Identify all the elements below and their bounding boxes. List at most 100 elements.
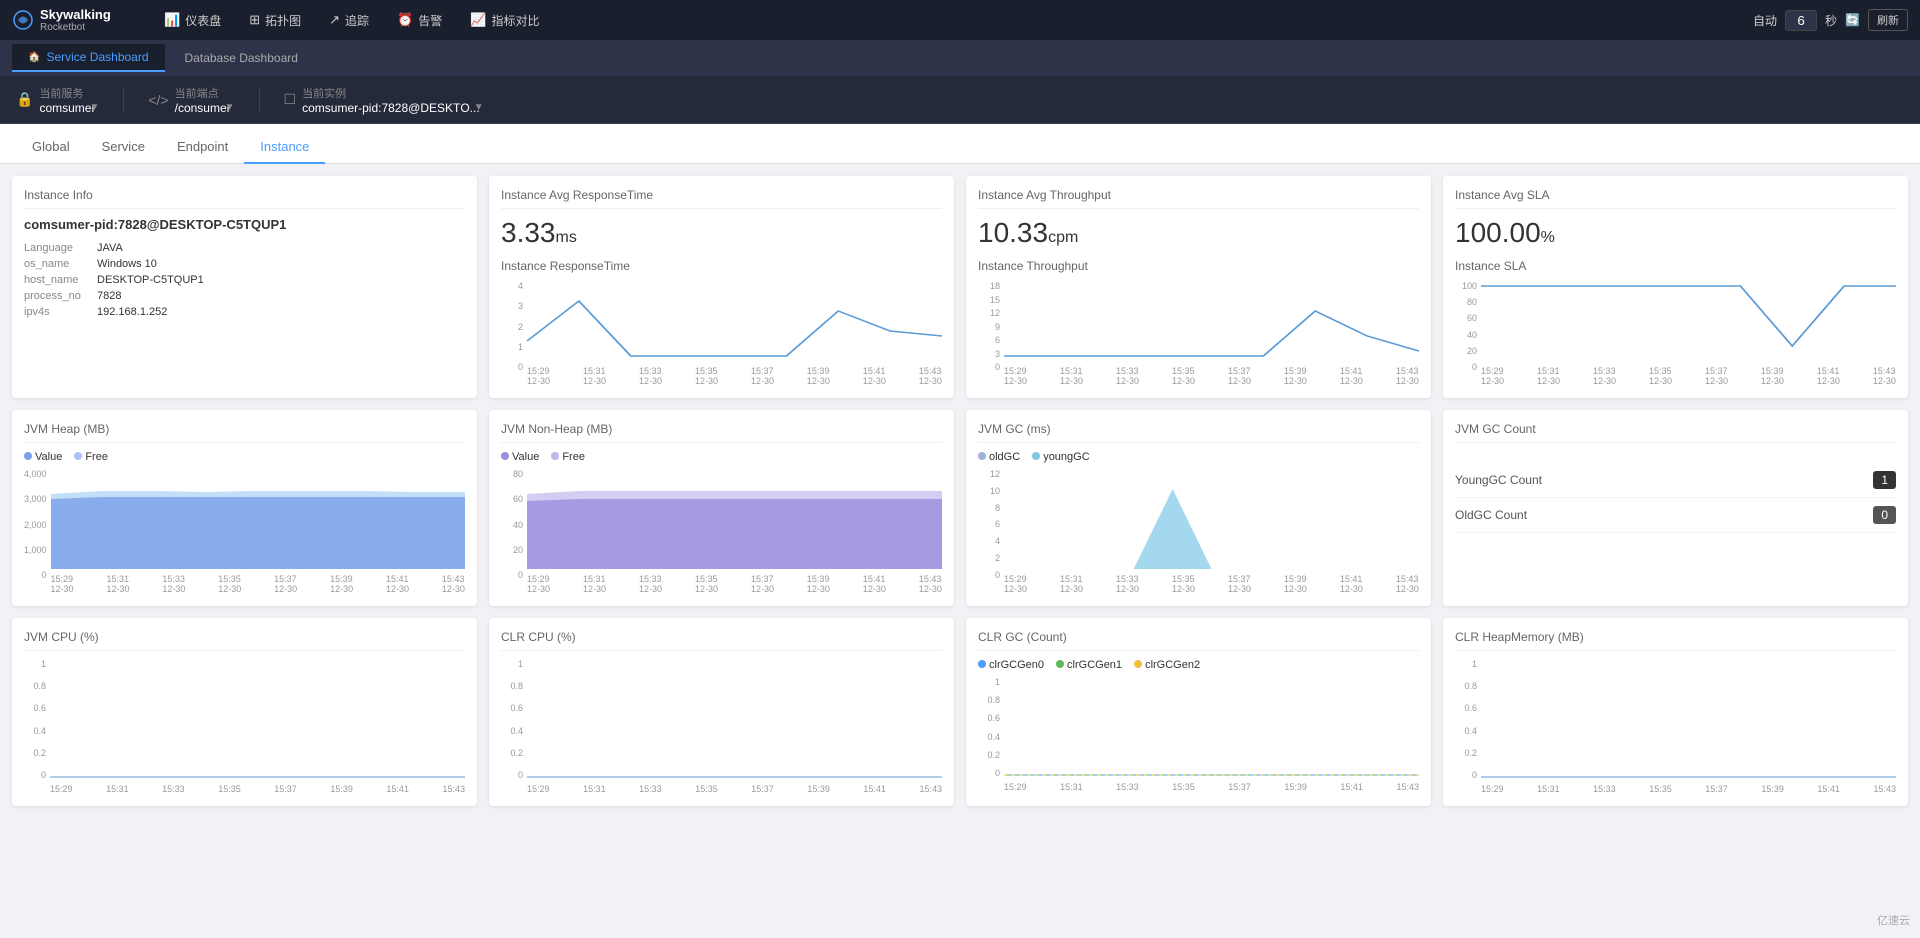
response-chart-svg [527, 281, 942, 361]
throughput-chart-title: Instance Throughput [978, 259, 1419, 273]
clr-heapmemory-chart-wrapper: 10.80.60.40.20 15:2915:3115:3315:3515:37… [1455, 659, 1896, 794]
clr-gc-area: 15:2915:3115:3315:3515:3715:3915:4115:43 [1004, 677, 1419, 792]
watermark: 亿速云 [1877, 912, 1910, 928]
sla-chart-svg [1481, 281, 1896, 361]
clr-gc-title: CLR GC (Count) [978, 630, 1419, 651]
seconds-label: 秒 [1825, 12, 1837, 29]
sla-chart-area: 15:2912-3015:3112-3015:3312-3015:3512-30… [1481, 281, 1896, 386]
dashboard-tabs: 🏠 Service Dashboard Database Dashboard [0, 40, 1920, 76]
instance-icon: ☐ [284, 91, 297, 108]
topology-icon: ⊞ [249, 12, 260, 28]
avg-response-card: Instance Avg ResponseTime 3.33ms Instanc… [489, 176, 954, 398]
clr-heapmemory-y-labels: 10.80.60.40.20 [1455, 659, 1477, 794]
code-icon: </> [148, 92, 168, 108]
response-x-labels: 15:2912-3015:3112-3015:3312-3015:3512-30… [527, 366, 942, 386]
info-ipv4-key: ipv4s [24, 306, 89, 318]
auto-interval-input[interactable] [1785, 10, 1817, 31]
alarm-icon: ⏰ [397, 12, 413, 28]
jvm-cpu-y-labels: 10.80.60.40.20 [24, 659, 46, 794]
jvm-gc-legend: oldGC youngGC [978, 451, 1419, 463]
tab-service-label: Service [102, 139, 145, 154]
info-hostname: host_name DESKTOP-C5TQUP1 [24, 274, 465, 286]
main-content: Instance Info comsumer-pid:7828@DESKTOP-… [0, 164, 1920, 818]
controls-bar: 🔒 当前服务 comsumer ▼ </> 当前端点 /consumer ▼ ☐… [0, 76, 1920, 124]
jvm-nonheap-x-labels: 15:2912-3015:3112-3015:3312-3015:3512-30… [527, 574, 942, 594]
brand-subname: Rocketbot [40, 22, 111, 33]
info-ipv4-val: 192.168.1.252 [97, 306, 167, 318]
jvm-cpu-x-labels: 15:2915:3115:3315:3515:3715:3915:4115:43 [50, 784, 465, 794]
info-ipv4: ipv4s 192.168.1.252 [24, 306, 465, 318]
nav-dashboard[interactable]: 📊 仪表盘 [152, 8, 233, 33]
refresh-button[interactable]: 刷新 [1868, 9, 1908, 31]
tab-global-label: Global [32, 139, 70, 154]
service-value: comsumer [39, 101, 95, 115]
gc-count-rows: YoungGC Count 1 OldGC Count 0 [1455, 463, 1896, 533]
avg-sla-metric: 100.00% [1455, 217, 1896, 249]
clr-gc-x-labels: 15:2915:3115:3315:3515:3715:3915:4115:43 [1004, 782, 1419, 792]
jvm-nonheap-y-labels: 806040200 [501, 469, 523, 594]
younggc-count-badge: 1 [1873, 471, 1896, 489]
info-hostname-val: DESKTOP-C5TQUP1 [97, 274, 204, 286]
jvm-heap-chart-wrapper: 4,0003,0002,0001,0000 15:2912-3015:3112-… [24, 469, 465, 594]
avg-throughput-value: 10.33 [978, 217, 1048, 248]
tab-endpoint-label: Endpoint [177, 139, 228, 154]
clr-heapmemory-card: CLR HeapMemory (MB) 10.80.60.40.20 15:29… [1443, 618, 1908, 806]
tab-service[interactable]: Service [86, 131, 161, 164]
endpoint-value: /consumer [175, 101, 231, 115]
jvm-heap-svg [51, 469, 465, 569]
clr-gc-svg [1004, 677, 1419, 777]
jvm-heap-title: JVM Heap (MB) [24, 422, 465, 443]
instance-info-title: Instance Info [24, 188, 465, 209]
brand-name: Skywalking [40, 7, 111, 22]
jvm-gc-svg [1004, 469, 1419, 569]
tab-endpoint[interactable]: Endpoint [161, 131, 244, 164]
tab-service-dashboard[interactable]: 🏠 Service Dashboard [12, 44, 165, 72]
avg-response-title: Instance Avg ResponseTime [501, 188, 942, 209]
sla-chart-title: Instance SLA [1455, 259, 1896, 273]
database-dashboard-label: Database Dashboard [185, 51, 298, 65]
top-nav: Skywalking Rocketbot 📊 仪表盘 ⊞ 拓扑图 ↗ 追踪 ⏰ … [0, 0, 1920, 40]
tab-instance[interactable]: Instance [244, 131, 325, 164]
clr-cpu-title: CLR CPU (%) [501, 630, 942, 651]
clr-gc-legend: clrGCGen0 clrGCGen1 clrGCGen2 [978, 659, 1419, 671]
trace-icon: ↗ [329, 12, 340, 28]
clrgcgen2-dot [1134, 660, 1142, 668]
info-language-val: JAVA [97, 242, 123, 254]
nav-topology[interactable]: ⊞ 拓扑图 [237, 8, 313, 33]
nav-metrics[interactable]: 📈 指标对比 [458, 8, 551, 33]
jvm-gc-y-labels: 121086420 [978, 469, 1000, 594]
jvm-gc-x-labels: 15:2912-3015:3112-3015:3312-3015:3512-30… [1004, 574, 1419, 594]
tab-database-dashboard[interactable]: Database Dashboard [169, 45, 314, 71]
jvm-gc-count-title: JVM GC Count [1455, 422, 1896, 443]
jvm-nonheap-area: 15:2912-3015:3112-3015:3312-3015:3512-30… [527, 469, 942, 594]
avg-response-metric: 3.33ms [501, 217, 942, 249]
nav-alarm[interactable]: ⏰ 告警 [385, 8, 454, 33]
jvm-heap-legend: Value Free [24, 451, 465, 463]
nav-trace[interactable]: ↗ 追踪 [317, 8, 381, 33]
clr-heapmemory-x-labels: 15:2915:3115:3315:3515:3715:3915:4115:43 [1481, 784, 1896, 794]
jvm-nonheap-svg [527, 469, 942, 569]
avg-sla-value: 100.00 [1455, 217, 1541, 248]
clr-gc-y-labels: 10.80.60.40.20 [978, 677, 1000, 792]
throughput-x-labels: 15:2912-3015:3112-3015:3312-3015:3512-30… [1004, 366, 1419, 386]
jvm-cpu-title: JVM CPU (%) [24, 630, 465, 651]
heap-value-dot [24, 452, 32, 460]
jvm-gc-title: JVM GC (ms) [978, 422, 1419, 443]
avg-throughput-card: Instance Avg Throughput 10.33cpm Instanc… [966, 176, 1431, 398]
jvm-gc-area: 15:2912-3015:3112-3015:3312-3015:3512-30… [1004, 469, 1419, 594]
younggc-dot [1032, 452, 1040, 460]
brand-logo: Skywalking Rocketbot [12, 7, 132, 33]
tab-global[interactable]: Global [16, 131, 86, 164]
refresh-icon: 🔄 [1845, 13, 1860, 27]
info-osname-key: os_name [24, 258, 89, 270]
dashboard-icon: 📊 [164, 12, 180, 28]
nonheap-value-dot [501, 452, 509, 460]
instance-label: 当前实例 [302, 85, 483, 101]
lock-icon: 🔒 [16, 91, 33, 108]
instance-info-card: Instance Info comsumer-pid:7828@DESKTOP-… [12, 176, 477, 398]
service-dashboard-label: Service Dashboard [46, 50, 148, 64]
jvm-cpu-area: 15:2915:3115:3315:3515:3715:3915:4115:43 [50, 659, 465, 794]
endpoint-chevron: ▼ [225, 102, 235, 113]
info-osname: os_name Windows 10 [24, 258, 465, 270]
nonheap-free-dot [551, 452, 559, 460]
